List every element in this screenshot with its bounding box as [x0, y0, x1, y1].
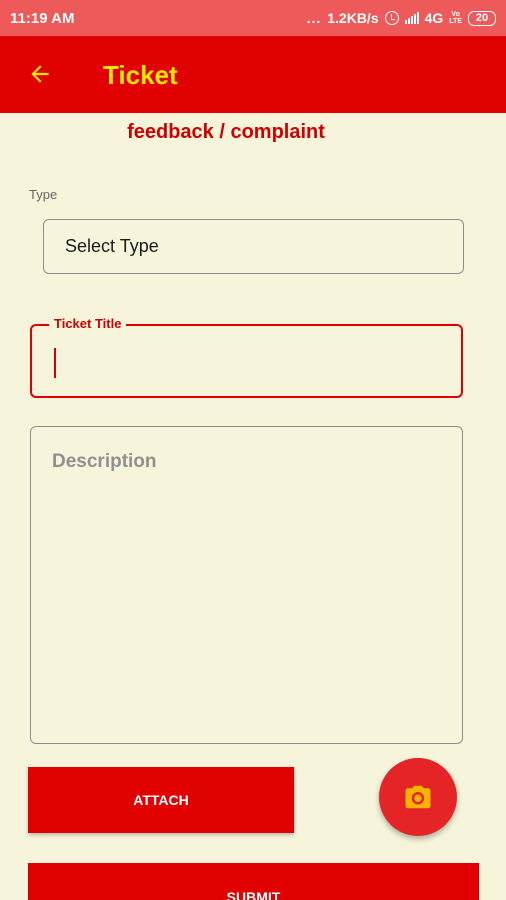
- battery-level: 20: [475, 11, 489, 24]
- volte-bottom: LTE: [449, 18, 462, 25]
- status-indicators: ... 1.2KB/s 4G Vo LTE 20: [307, 10, 496, 26]
- camera-button[interactable]: [379, 758, 457, 836]
- volte-top: Vo: [451, 11, 460, 18]
- back-button[interactable]: [22, 56, 58, 92]
- ticket-title-label: Ticket Title: [49, 316, 127, 331]
- description-input[interactable]: [52, 451, 442, 721]
- type-select[interactable]: Select Type: [43, 219, 464, 274]
- notification-dots: ...: [306, 10, 322, 26]
- status-time: 11:19 AM: [10, 9, 75, 27]
- text-cursor: [54, 348, 56, 378]
- description-field[interactable]: [30, 426, 463, 744]
- arrow-left-icon: [31, 65, 49, 83]
- app-bar: Ticket: [0, 36, 506, 113]
- submit-button[interactable]: SUBMIT: [28, 863, 479, 900]
- camera-icon: [405, 785, 431, 809]
- network-type: 4G: [424, 10, 444, 26]
- network-speed: 1.2KB/s: [327, 10, 379, 26]
- page-title: Ticket: [103, 60, 178, 90]
- status-bar: 11:19 AM ... 1.2KB/s 4G Vo LTE 20: [0, 0, 506, 36]
- attach-button[interactable]: ATTACH: [28, 767, 294, 833]
- signal-icon: [404, 12, 419, 24]
- page-subtitle: feedback / complaint: [127, 121, 325, 143]
- ticket-title-field[interactable]: Ticket Title: [30, 316, 463, 398]
- battery-icon: 20: [468, 10, 496, 26]
- alarm-icon: [384, 11, 399, 25]
- ticket-title-input[interactable]: [52, 344, 442, 380]
- type-label: Type: [29, 187, 58, 202]
- volte-icon: Vo LTE: [449, 11, 462, 25]
